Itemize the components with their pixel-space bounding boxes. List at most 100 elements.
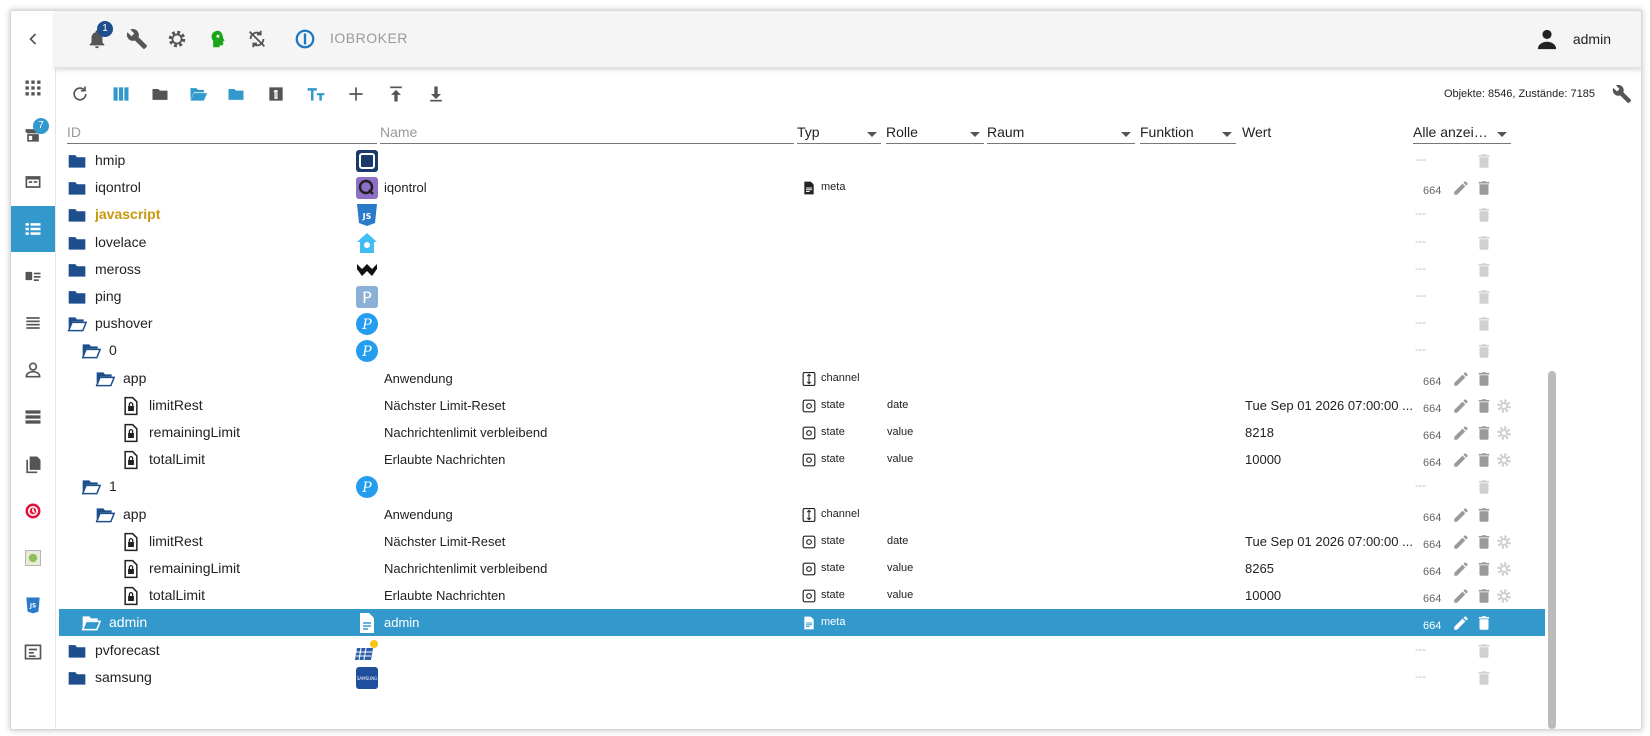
tree-row-lovelace[interactable]: lovelace --- — [59, 229, 1545, 256]
system-settings-button[interactable] — [163, 25, 191, 53]
file-lock-icon[interactable] — [121, 450, 141, 470]
download-button[interactable] — [423, 81, 449, 107]
tree-row-admin[interactable]: admin admin meta 664 — [59, 609, 1545, 637]
object-name[interactable]: Anwendung — [384, 365, 784, 392]
custom-settings-button[interactable] — [1495, 587, 1513, 605]
folder-open-icon[interactable] — [95, 369, 115, 389]
delete-button[interactable] — [1475, 424, 1493, 442]
nav-files[interactable] — [11, 441, 55, 487]
tree-row-remainingLimit[interactable]: remainingLimit Nachrichtenlimit verbleibe… — [59, 419, 1545, 446]
scrollbar-thumb[interactable] — [1548, 371, 1556, 729]
object-id[interactable]: admin — [109, 609, 359, 636]
tree-row-app[interactable]: app Anwendung channel 664 — [59, 501, 1545, 528]
folder-icon[interactable] — [67, 178, 87, 198]
show-number-button[interactable] — [263, 81, 289, 107]
tree-row-javascript[interactable]: javascript JS --- — [59, 201, 1545, 228]
edit-button[interactable] — [1452, 424, 1470, 442]
delete-button[interactable] — [1475, 478, 1493, 496]
nav-logs[interactable] — [11, 300, 55, 346]
custom-settings-button[interactable] — [1495, 533, 1513, 551]
object-name[interactable]: Erlaubte Nachrichten — [384, 582, 784, 609]
collapse-nav-button[interactable] — [11, 16, 55, 62]
tree-row-app[interactable]: app Anwendung channel 664 — [59, 365, 1545, 392]
delete-button[interactable] — [1475, 451, 1493, 469]
object-id[interactable]: totalLimit — [149, 446, 359, 473]
delete-button[interactable] — [1475, 152, 1493, 170]
folder-icon[interactable] — [67, 641, 87, 661]
object-id[interactable]: limitRest — [149, 528, 359, 555]
nav-objects[interactable] — [11, 206, 55, 252]
nav-javascript[interactable]: JS — [11, 582, 55, 628]
delete-button[interactable] — [1475, 315, 1493, 333]
object-value[interactable]: 8218 — [1245, 419, 1420, 446]
object-id[interactable]: limitRest — [149, 392, 359, 419]
nav-vis[interactable] — [11, 629, 55, 675]
nav-backitup[interactable] — [11, 488, 55, 534]
folder-open-icon[interactable] — [81, 477, 101, 497]
object-value[interactable]: Tue Sep 01 2026 07:00:00 ... — [1245, 392, 1420, 419]
tree-row-remainingLimit[interactable]: remainingLimit Nachrichtenlimit verbleibe… — [59, 555, 1545, 582]
folder-open-icon[interactable] — [95, 505, 115, 525]
delete-button[interactable] — [1475, 261, 1493, 279]
object-name[interactable]: Nachrichtenlimit verbleibend — [384, 419, 784, 446]
display-filter-select[interactable]: Alle anzei… — [1413, 124, 1511, 144]
object-id[interactable]: javascript — [95, 201, 359, 228]
tree-row-limitRest[interactable]: limitRest Nächster Limit-Reset state date Tu… — [59, 528, 1545, 555]
file-lock-icon[interactable] — [121, 396, 141, 416]
object-id[interactable]: ping — [95, 283, 359, 310]
upload-button[interactable] — [383, 81, 409, 107]
folder-icon[interactable] — [67, 151, 87, 171]
tree-row-ping[interactable]: ping P --- — [59, 283, 1545, 310]
delete-button[interactable] — [1475, 533, 1493, 551]
object-id[interactable]: remainingLimit — [149, 555, 359, 582]
object-id[interactable]: totalLimit — [149, 582, 359, 609]
expand-all-button[interactable] — [185, 81, 211, 107]
edit-button[interactable] — [1452, 587, 1470, 605]
folder-open-icon[interactable] — [81, 341, 101, 361]
tree-row-meross[interactable]: meross --- — [59, 256, 1545, 283]
tree-row-pvforecast[interactable]: pvforecast --- — [59, 637, 1545, 664]
delete-button[interactable] — [1475, 206, 1493, 224]
expert-mode-button[interactable] — [203, 25, 231, 53]
object-id[interactable]: meross — [95, 256, 359, 283]
tree-row-1[interactable]: 1 P --- — [59, 473, 1545, 500]
expand-level-button[interactable] — [223, 81, 249, 107]
object-id[interactable]: app — [123, 365, 359, 392]
user-name[interactable]: admin — [1573, 31, 1611, 47]
nav-hosts[interactable] — [11, 394, 55, 440]
nav-enums[interactable] — [11, 253, 55, 299]
delete-button[interactable] — [1475, 234, 1493, 252]
tree-row-0[interactable]: 0 P --- — [59, 337, 1545, 364]
rolle-filter-select[interactable]: Rolle — [886, 124, 984, 144]
delete-button[interactable] — [1475, 669, 1493, 687]
file-lock-icon[interactable] — [121, 423, 141, 443]
object-id[interactable]: lovelace — [95, 229, 359, 256]
tree-row-samsung[interactable]: samsung SAMSUNG --- — [59, 664, 1545, 691]
object-id[interactable]: hmip — [95, 147, 359, 174]
name-filter-input[interactable]: Name — [380, 124, 794, 144]
object-id[interactable]: app — [123, 501, 359, 528]
object-id[interactable]: pvforecast — [95, 637, 359, 664]
object-value[interactable]: Tue Sep 01 2026 07:00:00 ... — [1245, 528, 1420, 555]
nav-history[interactable] — [11, 535, 55, 581]
notifications-button[interactable]: 1 — [83, 21, 113, 53]
tree-row-totalLimit[interactable]: totalLimit Erlaubte Nachrichten state value… — [59, 582, 1545, 609]
delete-button[interactable] — [1475, 614, 1493, 632]
delete-button[interactable] — [1475, 179, 1493, 197]
delete-button[interactable] — [1475, 587, 1493, 605]
refresh-button[interactable] — [67, 81, 93, 107]
edit-button[interactable] — [1452, 179, 1470, 197]
settings-wrench-button[interactable] — [123, 25, 151, 53]
edit-button[interactable] — [1452, 370, 1470, 388]
sync-button[interactable] — [243, 25, 271, 53]
collapse-all-button[interactable] — [147, 81, 173, 107]
edit-button[interactable] — [1452, 451, 1470, 469]
nav-adapters[interactable]: 7 — [11, 112, 55, 158]
edit-button[interactable] — [1452, 560, 1470, 578]
delete-button[interactable] — [1475, 560, 1493, 578]
tree-row-iqontrol[interactable]: iqontrol iqontrol meta 664 — [59, 174, 1545, 201]
object-id[interactable]: pushover — [95, 310, 359, 337]
delete-button[interactable] — [1475, 506, 1493, 524]
delete-button[interactable] — [1475, 642, 1493, 660]
description-toggle-button[interactable] — [303, 81, 329, 107]
